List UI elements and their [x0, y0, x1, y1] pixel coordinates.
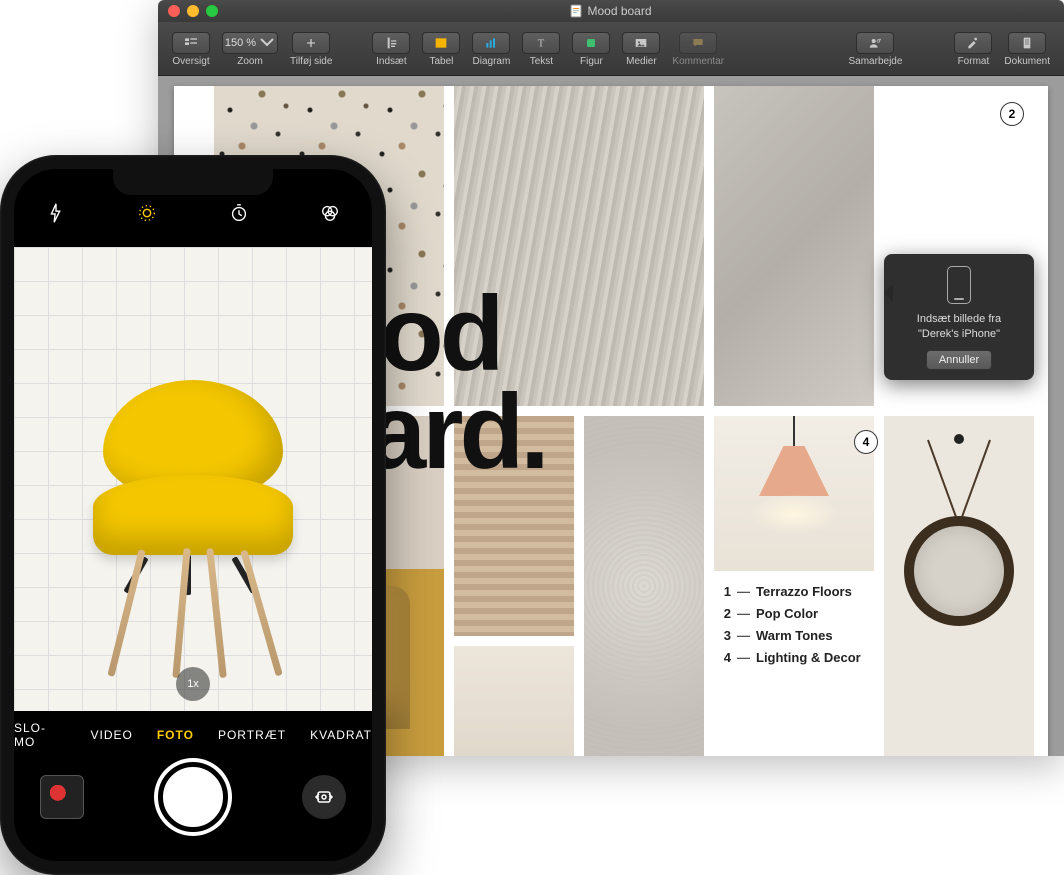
- camera-mode-selector[interactable]: SLO-MO VIDEO FOTO PORTRÆT KVADRAT: [14, 717, 372, 753]
- callout-4: 4: [854, 430, 878, 454]
- table-label: Tabel: [429, 56, 453, 67]
- zoom-level-button[interactable]: 1x: [176, 667, 210, 701]
- comment-button[interactable]: Kommentar: [666, 25, 730, 73]
- timer-button[interactable]: [221, 195, 257, 231]
- shape-button[interactable]: Figur: [566, 25, 616, 73]
- callout-2: 2: [1000, 102, 1024, 126]
- mode-slomo[interactable]: SLO-MO: [14, 721, 67, 749]
- window-title: Mood board: [158, 4, 1064, 18]
- mode-video[interactable]: VIDEO: [91, 728, 133, 742]
- text-label: Tekst: [530, 56, 553, 67]
- iphone-screen: 1x SLO-MO VIDEO FOTO PORTRÆT KVADRAT: [14, 169, 372, 861]
- format-button[interactable]: Format: [948, 25, 998, 73]
- tile-concrete: [714, 86, 874, 406]
- tile-linen: [454, 646, 574, 756]
- collaborate-button[interactable]: Samarbejde: [843, 25, 909, 73]
- window-title-text: Mood board: [587, 4, 651, 18]
- popover-message: Indsæt billede fra "Derek's iPhone": [894, 312, 1024, 342]
- view-button[interactable]: Oversigt: [166, 25, 216, 73]
- add-page-button[interactable]: Tilføj side: [284, 25, 338, 73]
- window-titlebar: Mood board: [158, 0, 1064, 22]
- insert-label: Indsæt: [376, 56, 407, 67]
- legend-row: 1—Terrazzo Floors: [719, 581, 861, 603]
- zoom-button[interactable]: 150 % Zoom: [216, 25, 284, 73]
- legend-row: 4—Lighting & Decor: [719, 647, 861, 669]
- toolbar: Oversigt 150 % Zoom Tilføj side Indsæt T…: [158, 22, 1064, 76]
- collaborate-label: Samarbejde: [849, 56, 903, 67]
- cancel-button[interactable]: Annuller: [926, 350, 992, 370]
- pages-doc-icon: [570, 4, 582, 18]
- last-photo-thumbnail[interactable]: [40, 775, 84, 819]
- format-label: Format: [958, 56, 990, 67]
- iphone-bezel: 1x SLO-MO VIDEO FOTO PORTRÆT KVADRAT: [0, 155, 386, 875]
- camera-bottom-controls: [14, 757, 372, 837]
- shape-label: Figur: [580, 56, 603, 67]
- iphone-outline-icon: [947, 266, 971, 304]
- document-label: Dokument: [1004, 56, 1050, 67]
- insert-button[interactable]: Indsæt: [366, 25, 416, 73]
- comment-label: Kommentar: [672, 56, 724, 67]
- text-button[interactable]: T Tekst: [516, 25, 566, 73]
- camera-flip-button[interactable]: [302, 775, 346, 819]
- mode-photo[interactable]: FOTO: [157, 728, 194, 742]
- camera-viewfinder[interactable]: 1x: [14, 247, 372, 711]
- document-button[interactable]: Dokument: [998, 25, 1056, 73]
- table-button[interactable]: Tabel: [416, 25, 466, 73]
- viewfinder-subject-chair: [73, 380, 313, 680]
- add-page-label: Tilføj side: [290, 56, 332, 67]
- filters-button[interactable]: [312, 195, 348, 231]
- zoom-label: Zoom: [237, 56, 263, 67]
- tile-mirror: [884, 416, 1034, 756]
- tile-fur: [584, 416, 704, 756]
- mode-portrait[interactable]: PORTRÆT: [218, 728, 286, 742]
- zoom-value: 150 %: [225, 37, 256, 49]
- mode-square[interactable]: KVADRAT: [310, 728, 372, 742]
- media-button[interactable]: Medier: [616, 25, 666, 73]
- iphone-device: 1x SLO-MO VIDEO FOTO PORTRÆT KVADRAT: [0, 155, 386, 875]
- chart-button[interactable]: Diagram: [466, 25, 516, 73]
- view-label: Oversigt: [172, 56, 209, 67]
- legend-row: 3—Warm Tones: [719, 625, 861, 647]
- flash-button[interactable]: [38, 195, 74, 231]
- chart-label: Diagram: [473, 56, 511, 67]
- shutter-button[interactable]: [158, 762, 228, 832]
- media-label: Medier: [626, 56, 657, 67]
- live-photo-button[interactable]: [129, 195, 165, 231]
- svg-text:T: T: [538, 38, 545, 49]
- camera-top-controls: [14, 191, 372, 235]
- legend: 1—Terrazzo Floors 2—Pop Color 3—Warm Ton…: [719, 581, 861, 669]
- continuity-camera-popover: Indsæt billede fra "Derek's iPhone" Annu…: [884, 254, 1034, 380]
- legend-row: 2—Pop Color: [719, 603, 861, 625]
- chevron-down-icon: [259, 35, 275, 51]
- iphone-notch: [113, 169, 273, 195]
- tile-lamp: [714, 416, 874, 571]
